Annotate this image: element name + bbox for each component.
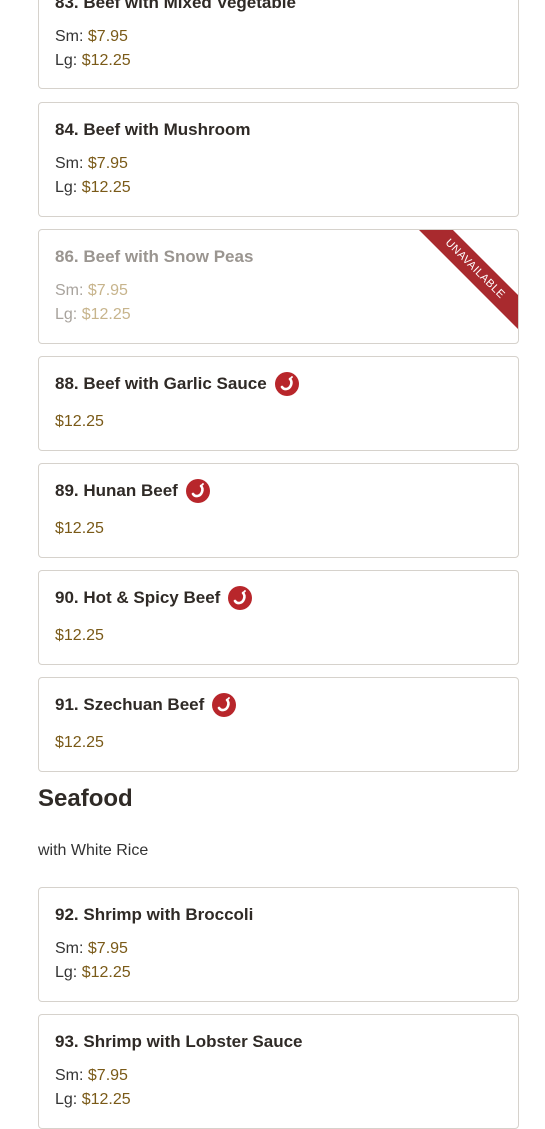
price: $12.25: [81, 306, 131, 323]
large-price-line: Lg: $12.25: [55, 52, 131, 70]
size-label: Lg:: [55, 52, 78, 69]
small-price-line: Sm: $7.95: [55, 282, 128, 300]
small-price-line: Sm: $7.95: [55, 155, 128, 173]
size-label: Lg:: [55, 964, 78, 981]
size-label: Sm:: [55, 28, 84, 45]
large-price-line: Lg: $12.25: [55, 1091, 131, 1109]
menu-item-title: 83. Beef with Mixed Vegetable: [55, 0, 296, 12]
price: $7.95: [87, 1067, 128, 1084]
price: $7.95: [87, 940, 128, 957]
menu-item-title-text: 88. Beef with Garlic Sauce: [55, 374, 267, 393]
size-label: Lg:: [55, 179, 78, 196]
menu-item-card[interactable]: 88. Beef with Garlic Sauce $12.25: [38, 356, 519, 451]
small-price-line: Sm: $7.95: [55, 940, 128, 958]
price: $7.95: [87, 282, 128, 299]
menu-item-title: 88. Beef with Garlic Sauce: [55, 372, 299, 396]
small-price-line: Sm: $7.95: [55, 28, 128, 46]
menu-item-card[interactable]: 93. Shrimp with Lobster Sauce Sm: $7.95 …: [38, 1014, 519, 1129]
size-label: Lg:: [55, 1091, 78, 1108]
menu-item-title: 90. Hot & Spicy Beef: [55, 586, 253, 610]
menu-item-title: 84. Beef with Mushroom: [55, 120, 251, 139]
large-price-line: Lg: $12.25: [55, 306, 131, 324]
menu-item-card[interactable]: 84. Beef with Mushroom Sm: $7.95 Lg: $12…: [38, 102, 519, 217]
size-label: Lg:: [55, 306, 78, 323]
large-price-line: Lg: $12.25: [55, 964, 131, 982]
price: $12.25: [55, 520, 104, 537]
menu-item-title: 86. Beef with Snow Peas: [55, 247, 254, 266]
size-label: Sm:: [55, 940, 84, 957]
price: $12.25: [81, 179, 131, 196]
price: $12.25: [55, 734, 104, 751]
price: $12.25: [81, 964, 131, 981]
menu-item-card[interactable]: 91. Szechuan Beef $12.25: [38, 677, 519, 772]
menu-item-title: 93. Shrimp with Lobster Sauce: [55, 1032, 303, 1051]
section-title: Seafood: [38, 785, 133, 812]
spicy-icon: [274, 372, 299, 396]
unavailable-badge: UNAVAILABLE: [418, 230, 518, 330]
menu-item-title-text: 89. Hunan Beef: [55, 481, 178, 500]
spicy-icon: [212, 693, 237, 717]
price: $12.25: [55, 627, 104, 644]
size-label: Sm:: [55, 1067, 84, 1084]
menu-item-card[interactable]: 83. Beef with Mixed Vegetable Sm: $7.95 …: [38, 0, 519, 89]
menu-item-title-text: 90. Hot & Spicy Beef: [55, 588, 221, 607]
size-label: Sm:: [55, 282, 84, 299]
spicy-icon: [228, 586, 253, 610]
unavailable-ribbon: UNAVAILABLE: [418, 230, 518, 330]
large-price-line: Lg: $12.25: [55, 179, 131, 197]
price: $12.25: [55, 413, 104, 430]
small-price-line: Sm: $7.95: [55, 1067, 128, 1085]
menu-item-card[interactable]: 92. Shrimp with Broccoli Sm: $7.95 Lg: $…: [38, 887, 519, 1002]
menu-item-title: 89. Hunan Beef: [55, 479, 210, 503]
menu-item-card[interactable]: 90. Hot & Spicy Beef $12.25: [38, 570, 519, 665]
size-label: Sm:: [55, 155, 84, 172]
price: $7.95: [87, 155, 128, 172]
menu-item-title-text: 91. Szechuan Beef: [55, 695, 205, 714]
spicy-icon: [185, 479, 210, 503]
price: $12.25: [81, 1091, 131, 1108]
price: $7.95: [87, 28, 128, 45]
menu-item-card[interactable]: 89. Hunan Beef $12.25: [38, 463, 519, 558]
menu-item-card-unavailable: 86. Beef with Snow Peas Sm: $7.95 Lg: $1…: [38, 229, 519, 344]
price: $12.25: [81, 52, 131, 69]
section-subtitle: with White Rice: [38, 842, 149, 859]
menu-item-title: 92. Shrimp with Broccoli: [55, 905, 254, 924]
menu-item-title: 91. Szechuan Beef: [55, 693, 237, 717]
